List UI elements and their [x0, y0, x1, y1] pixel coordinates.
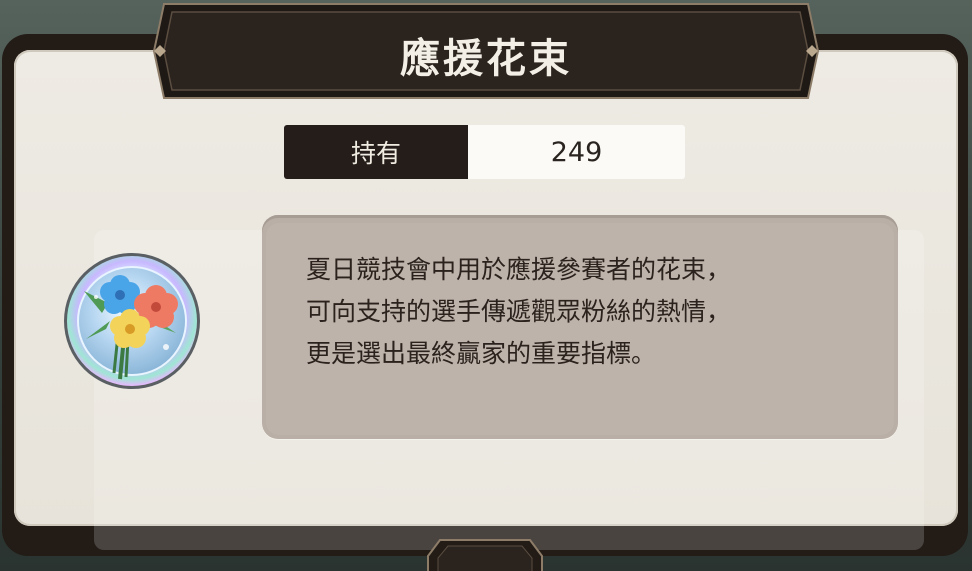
item-description: 夏日競技會中用於應援參賽者的花束， 可向支持的選手傳遞觀眾粉絲的熱情， 更是選出…: [306, 249, 874, 375]
description-line: 更是選出最終贏家的重要指標。: [306, 339, 657, 368]
description-line: 可向支持的選手傳遞觀眾粉絲的熱情，: [306, 297, 732, 326]
holding-value: 249: [468, 125, 685, 179]
title-banner: 應援花束: [150, 0, 822, 102]
holding-count-bar: 持有 249: [284, 125, 685, 179]
description-box: 夏日競技會中用於應援參賽者的花束， 可向支持的選手傳遞觀眾粉絲的熱情， 更是選出…: [262, 215, 898, 439]
dialog-title: 應援花束: [400, 36, 572, 82]
flower-bouquet-medal-icon: [62, 251, 202, 391]
description-line: 夏日競技會中用於應援參賽者的花束，: [306, 255, 732, 284]
holding-label: 持有: [284, 125, 468, 179]
item-detail-screen: 應援花束 持有 249 夏日競技會中用於應援參賽者的花束， 可向支持的選手傳遞觀…: [0, 0, 972, 571]
description-inner: 夏日競技會中用於應援參賽者的花束， 可向支持的選手傳遞觀眾粉絲的熱情， 更是選出…: [266, 223, 894, 435]
bottom-close-tab[interactable]: [420, 536, 550, 571]
